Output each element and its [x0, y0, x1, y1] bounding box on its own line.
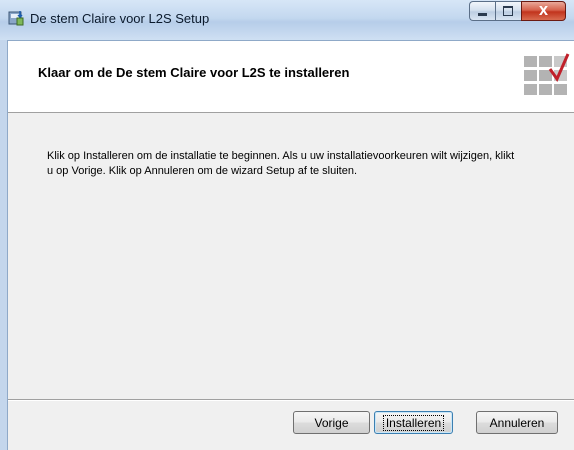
installer-icon	[8, 11, 24, 26]
close-icon: X	[538, 4, 549, 18]
title-bar[interactable]: De stem Claire voor L2S Setup X	[0, 0, 574, 41]
install-button-label: Installeren	[382, 415, 445, 431]
caption-buttons: X	[469, 1, 566, 21]
back-button[interactable]: Vorige	[293, 411, 370, 434]
window-title: De stem Claire voor L2S Setup	[30, 11, 210, 26]
window-frame-left	[0, 40, 8, 450]
minimize-icon	[478, 13, 487, 16]
instruction-text: Klik op Installeren om de installatie te…	[47, 150, 515, 177]
maximize-icon	[503, 6, 513, 16]
minimize-button[interactable]	[469, 1, 495, 21]
setup-checkmark-icon	[524, 53, 570, 95]
maximize-button[interactable]	[495, 1, 521, 21]
install-button[interactable]: Installeren	[374, 411, 453, 434]
cancel-button[interactable]: Annuleren	[476, 411, 558, 434]
close-button[interactable]: X	[521, 1, 566, 21]
page-title: Klaar om de De stem Claire voor L2S te i…	[38, 65, 350, 80]
wizard-header: Klaar om de De stem Claire voor L2S te i…	[8, 41, 574, 113]
